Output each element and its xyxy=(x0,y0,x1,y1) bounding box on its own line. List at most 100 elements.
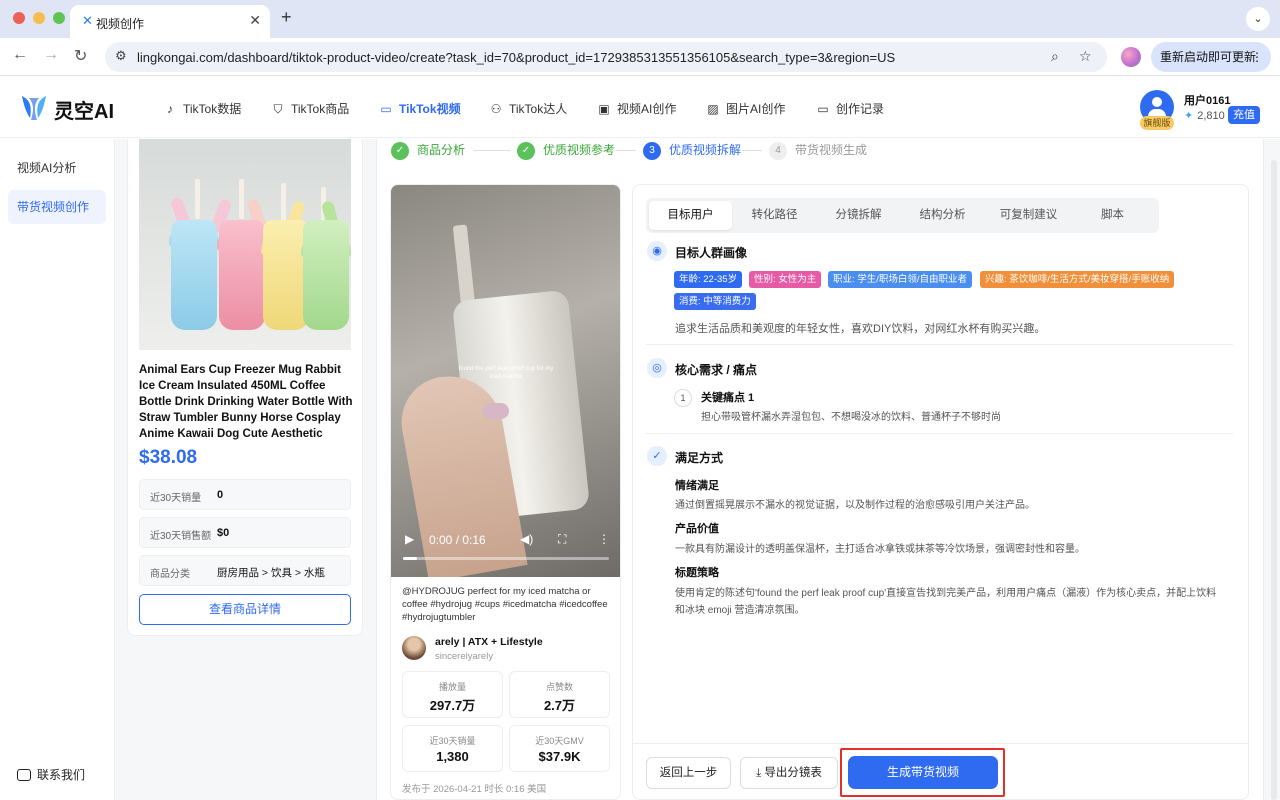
title-strategy-desc: 使用肯定的陈述句'found the perf leak proof cup'直… xyxy=(675,588,1217,599)
step-2: ✓ 优质视频参考 xyxy=(517,141,615,160)
author-avatar[interactable] xyxy=(402,636,426,660)
author-handle: sincerelyarely xyxy=(435,651,494,662)
step-number: 4 xyxy=(769,141,787,160)
product-stat-sales: 近30天销量 0 xyxy=(139,479,351,510)
step-label: 带货视频生成 xyxy=(795,143,868,157)
browser-toolbar: ← → ↻ ⚙ lingkongai.com/dashboard/tiktok-… xyxy=(0,38,1280,76)
stat-label: 近30天销量 xyxy=(150,493,202,504)
nav-video-ai[interactable]: ▣ 视频AI创作 xyxy=(597,100,676,117)
zoom-search-icon[interactable]: ⌕ xyxy=(1051,48,1059,65)
view-product-details-button[interactable]: 查看商品详情 xyxy=(139,594,351,625)
author-name[interactable]: arely | ATX + Lifestyle xyxy=(435,636,543,648)
analysis-tabs: 目标用户 转化路径 分镜拆解 结构分析 可复制建议 脚本 xyxy=(646,198,1159,233)
contact-us-link[interactable]: 联系我们 xyxy=(17,766,85,783)
play-icon[interactable]: ▶ xyxy=(405,532,414,546)
nav-label: TikTok商品 xyxy=(291,102,350,116)
shopping-bag-icon: ⛉ xyxy=(273,102,283,116)
product-stat-revenue: 近30天销售额 $0 xyxy=(139,517,351,548)
browser-tab[interactable]: ✕ 视频创作 ✕ xyxy=(70,5,270,38)
stat-value: $0 xyxy=(217,527,230,539)
tab-search-button[interactable]: ⌄ xyxy=(1246,7,1270,31)
tab-target-users[interactable]: 目标用户 xyxy=(649,201,732,230)
persona-title: 目标人群画像 xyxy=(675,246,748,260)
step-number: 3 xyxy=(643,141,661,160)
footer-divider xyxy=(633,743,1248,744)
video-progress-fill xyxy=(403,557,418,560)
menu-dots-icon: ⋮ xyxy=(1251,50,1263,64)
page-scrollbar[interactable] xyxy=(1271,160,1277,800)
nav-tiktok-videos[interactable]: ▭ TikTok视频 xyxy=(379,100,460,117)
tag-spending: 消费: 中等消费力 xyxy=(674,293,756,310)
volume-icon[interactable]: ◀) xyxy=(520,532,533,546)
diamond-icon: ✦ xyxy=(1184,110,1194,122)
nav-creation-records[interactable]: ▭ 创作记录 xyxy=(816,100,884,117)
profile-avatar[interactable] xyxy=(1121,47,1141,67)
nav-tiktok-data[interactable]: ♪ TikTok数据 xyxy=(163,100,241,117)
straw-shape xyxy=(452,224,476,308)
target-icon: ◎ xyxy=(647,358,667,378)
nav-image-ai[interactable]: ▨ 图片AI创作 xyxy=(706,100,785,117)
back-step-button[interactable]: 返回上一步 xyxy=(646,757,731,789)
emotional-desc: 通过倒置摇晃展示不漏水的视觉证据，以及制作过程的治愈感吸引用户关注产品。 xyxy=(675,500,1035,511)
sidebar-item-product-video-creation[interactable]: 带货视频创作 xyxy=(8,190,106,224)
video-caption-overlay: found the perf leak proof cup for my ice… xyxy=(458,366,554,380)
site-info-icon[interactable]: ⚙ xyxy=(115,48,127,64)
tab-close-icon[interactable]: ✕ xyxy=(249,12,261,29)
browser-tab-strip: ✕ 视频创作 ✕ + ⌄ xyxy=(0,0,1280,38)
new-tab-button[interactable]: + xyxy=(281,7,292,28)
nav-label: TikTok达人 xyxy=(509,102,568,116)
nav-label: 视频AI创作 xyxy=(617,102,677,116)
tag-gender: 性别: 女性为主 xyxy=(749,271,822,288)
tab-structure[interactable]: 结构分析 xyxy=(901,201,984,230)
back-arrow-icon[interactable]: ← xyxy=(12,46,28,64)
update-label: 重新启动即可更新 xyxy=(1160,50,1257,64)
pain-point-number: 1 xyxy=(674,389,692,407)
stat-value: 1,380 xyxy=(436,749,469,764)
address-bar[interactable]: ⚙ lingkongai.com/dashboard/tiktok-produc… xyxy=(105,42,1107,72)
window-maximize-button[interactable] xyxy=(53,12,65,24)
tab-script[interactable]: 脚本 xyxy=(1071,201,1154,230)
publish-meta: 发布于 2026-04-21 时长 0:16 美国 xyxy=(402,784,547,795)
stat-label: 商品分类 xyxy=(150,569,190,580)
logo-mark-icon xyxy=(22,96,46,120)
video-description: @HYDROJUG perfect for my iced matcha or … xyxy=(402,586,608,623)
fullscreen-icon[interactable]: ⛶ xyxy=(558,532,566,547)
nav-label: 创作记录 xyxy=(836,102,885,116)
step-connector xyxy=(742,150,762,151)
video-player[interactable]: found the perf leak proof cup for my ice… xyxy=(391,185,620,577)
window-close-button[interactable] xyxy=(13,12,25,24)
tab-conversion-path[interactable]: 转化路径 xyxy=(733,201,816,230)
emotional-title: 情绪满足 xyxy=(675,480,719,492)
more-options-icon[interactable]: ⋮ xyxy=(598,532,610,546)
forward-arrow-icon[interactable]: → xyxy=(43,46,59,64)
tab-storyboard[interactable]: 分镜拆解 xyxy=(817,201,900,230)
image-icon: ▨ xyxy=(707,102,719,116)
video-progress-bar[interactable] xyxy=(403,557,609,560)
step-label: 优质视频拆解 xyxy=(669,143,742,157)
export-storyboard-button[interactable]: ⤓ 导出分镜表 xyxy=(740,757,838,789)
recharge-button[interactable]: 充值 xyxy=(1228,106,1260,124)
folder-icon: ▭ xyxy=(817,102,829,116)
nav-tiktok-products[interactable]: ⛉ TikTok商品 xyxy=(271,100,349,117)
straw-shape xyxy=(281,183,286,223)
stat-value: 0 xyxy=(217,489,224,501)
tag-age: 年龄: 22-35岁 xyxy=(674,271,743,288)
window-minimize-button[interactable] xyxy=(33,12,45,24)
nav-tiktok-creators[interactable]: ⚇ TikTok达人 xyxy=(489,100,568,117)
url-text[interactable]: lingkongai.com/dashboard/tiktok-product-… xyxy=(137,50,895,65)
stat-value: 厨房用品 > 饮具 > 水瓶 xyxy=(217,567,325,579)
app-header: 灵空AI ♪ TikTok数据 ⛉ TikTok商品 ▭ TikTok视频 ⚇ TikT… xyxy=(0,76,1280,138)
tab-replicable-tips[interactable]: 可复制建议 xyxy=(987,201,1070,230)
nail-shape xyxy=(483,403,509,419)
sidebar-item-video-ai-analysis[interactable]: 视频AI分析 xyxy=(8,151,106,185)
step-label: 优质视频参考 xyxy=(543,143,616,157)
favicon-icon: ✕ xyxy=(82,13,93,28)
video-stat-gmv: 近30天GMV $37.9K xyxy=(509,725,610,772)
reload-icon[interactable]: ↻ xyxy=(74,46,87,66)
step-connector xyxy=(616,150,636,151)
export-label: 导出分镜表 xyxy=(764,767,822,779)
step-4: 4 带货视频生成 xyxy=(769,141,867,160)
bookmark-star-icon[interactable]: ☆ xyxy=(1079,48,1092,65)
video-stat-sales: 近30天销量 1,380 xyxy=(402,725,503,772)
update-browser-button[interactable]: 重新启动即可更新 ⋮ xyxy=(1151,42,1271,72)
